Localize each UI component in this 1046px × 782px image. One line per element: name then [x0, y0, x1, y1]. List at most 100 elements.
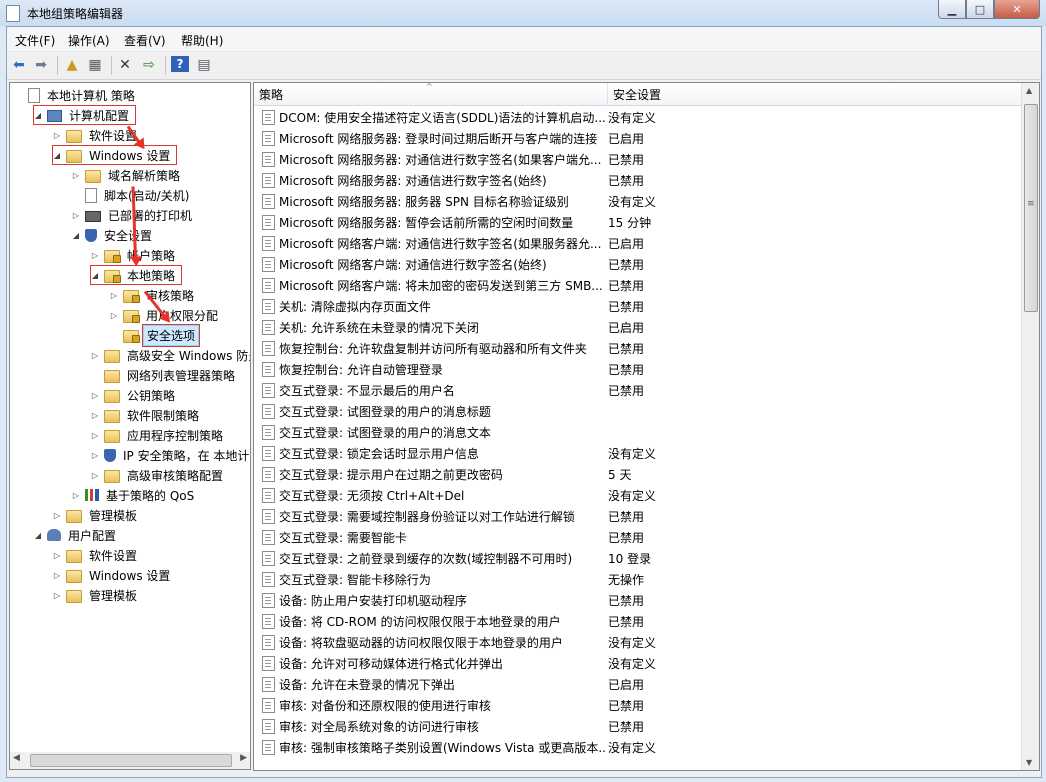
folder-icon	[66, 569, 82, 583]
tree-item[interactable]: ◢ 用户配置	[33, 525, 119, 545]
policy-row[interactable]: Microsoft 网络服务器: 对通信进行数字签名(如果客户端允... 已禁用	[254, 149, 1024, 170]
menu-action[interactable]: 操作(A)	[68, 32, 110, 49]
delete-icon[interactable]: ✕	[116, 56, 134, 74]
tree-item[interactable]: ◢ 安全设置	[71, 225, 155, 245]
help-icon[interactable]: ?	[171, 56, 189, 72]
properties-icon[interactable]: ▤	[195, 56, 213, 74]
tree-item[interactable]: 安全选项	[109, 323, 203, 347]
expand-icon[interactable]: ▷	[90, 351, 100, 360]
expand-icon[interactable]: ▷	[52, 131, 62, 140]
tree-item[interactable]: ◢ Windows 设置	[52, 145, 178, 165]
forward-icon[interactable]: ➡	[32, 56, 50, 74]
policy-row[interactable]: 交互式登录: 试图登录的用户的消息标题	[254, 401, 1024, 422]
policy-row[interactable]: 交互式登录: 试图登录的用户的消息文本	[254, 422, 1024, 443]
policy-row[interactable]: Microsoft 网络服务器: 对通信进行数字签名(始终) 已禁用	[254, 170, 1024, 191]
policy-row[interactable]: 设备: 允许在未登录的情况下弹出 已启用	[254, 674, 1024, 695]
policy-row[interactable]: 审核: 对备份和还原权限的使用进行审核 已禁用	[254, 695, 1024, 716]
policy-row[interactable]: Microsoft 网络客户端: 对通信进行数字签名(如果服务器允... 已启用	[254, 233, 1024, 254]
expand-icon[interactable]: ▷	[90, 471, 100, 480]
policy-row[interactable]: Microsoft 网络服务器: 登录时间过期后断开与客户端的连接 已启用	[254, 128, 1024, 149]
policy-row[interactable]: 关机: 允许系统在未登录的情况下关闭 已启用	[254, 317, 1024, 338]
menu-file[interactable]: 文件(F)	[15, 32, 55, 49]
policy-row[interactable]: 设备: 将软盘驱动器的访问权限仅限于本地登录的用户 没有定义	[254, 632, 1024, 653]
policy-row[interactable]: 恢复控制台: 允许软盘复制并访问所有驱动器和所有文件夹 已禁用	[254, 338, 1024, 359]
policy-row[interactable]: 设备: 将 CD-ROM 的访问权限仅限于本地登录的用户 已禁用	[254, 611, 1024, 632]
scroll-left-icon[interactable]: ◀	[13, 753, 20, 763]
policy-row[interactable]: Microsoft 网络客户端: 对通信进行数字签名(始终) 已禁用	[254, 254, 1024, 275]
tree-item[interactable]: ▷ IP 安全策略，在 本地计算机	[90, 445, 250, 465]
expand-icon[interactable]: ▷	[52, 511, 62, 520]
tree-item[interactable]: ▷ 管理模板	[52, 505, 140, 525]
tree-item-label: 计算机配置	[69, 108, 130, 123]
expand-icon[interactable]: ▷	[90, 451, 100, 460]
tree-item[interactable]: ◢ 本地策略	[90, 265, 183, 285]
tree-item[interactable]: ▷ 基于策略的 QoS	[71, 485, 197, 505]
up-folder-icon[interactable]: ▲	[63, 56, 81, 74]
policy-row[interactable]: 设备: 允许对可移动媒体进行格式化并弹出 没有定义	[254, 653, 1024, 674]
show-hide-tree-icon[interactable]: ▦	[86, 56, 104, 74]
expand-icon[interactable]: ▷	[90, 251, 100, 260]
collapse-icon[interactable]: ◢	[33, 531, 43, 540]
policy-row[interactable]: 交互式登录: 智能卡移除行为 无操作	[254, 569, 1024, 590]
policy-row[interactable]: 审核: 强制审核策略子类别设置(Windows Vista 或更高版本... 没有…	[254, 737, 1024, 758]
minimize-button[interactable]: ▁	[938, 0, 966, 19]
policy-row[interactable]: 交互式登录: 锁定会话时显示用户信息 没有定义	[254, 443, 1024, 464]
scroll-thumb[interactable]: ≡	[1024, 104, 1038, 312]
expand-icon[interactable]: ▷	[71, 211, 81, 220]
tree-item[interactable]: ▷ 软件限制策略	[90, 405, 202, 425]
collapse-icon[interactable]: ◢	[90, 271, 100, 280]
policy-row[interactable]: 恢复控制台: 允许自动管理登录 已禁用	[254, 359, 1024, 380]
export-list-icon[interactable]: ⇨	[140, 56, 158, 74]
tree-item[interactable]: ▷ 公钥策略	[90, 385, 178, 405]
column-header-policy[interactable]: 策略 ^	[254, 83, 608, 106]
expand-icon[interactable]: ▷	[52, 551, 62, 560]
scroll-down-icon[interactable]: ▼	[1026, 758, 1032, 767]
policy-row[interactable]: Microsoft 网络客户端: 将未加密的密码发送到第三方 SMB... 已禁用	[254, 275, 1024, 296]
tree-item[interactable]: ▷ 管理模板	[52, 585, 140, 605]
expand-icon[interactable]: ▷	[109, 311, 119, 320]
expand-icon[interactable]: ▷	[109, 291, 119, 300]
policy-row[interactable]: 交互式登录: 提示用户在过期之前更改密码 5 天	[254, 464, 1024, 485]
tree-horizontal-scrollbar[interactable]: ◀ ▶	[9, 752, 251, 770]
policy-row[interactable]: 设备: 防止用户安装打印机驱动程序 已禁用	[254, 590, 1024, 611]
expand-icon[interactable]: ▷	[90, 411, 100, 420]
expand-icon[interactable]: ▷	[90, 391, 100, 400]
column-header-setting[interactable]: 安全设置	[608, 83, 1022, 106]
scroll-right-icon[interactable]: ▶	[240, 753, 247, 763]
collapse-icon[interactable]: ◢	[33, 111, 43, 120]
tree-item[interactable]: ▷ Windows 设置	[52, 565, 173, 585]
tree-item[interactable]: ▷ 软件设置	[52, 545, 140, 565]
policy-row[interactable]: 交互式登录: 之前登录到缓存的次数(域控制器不可用时) 10 登录	[254, 548, 1024, 569]
expand-icon[interactable]: ▷	[71, 171, 81, 180]
policy-row[interactable]: 交互式登录: 不显示最后的用户名 已禁用	[254, 380, 1024, 401]
expand-icon[interactable]: ▷	[52, 591, 62, 600]
maximize-button[interactable]: □	[966, 0, 994, 19]
menu-view[interactable]: 查看(V)	[124, 32, 166, 49]
collapse-icon[interactable]: ◢	[71, 231, 81, 240]
policy-row[interactable]: 交互式登录: 需要智能卡 已禁用	[254, 527, 1024, 548]
tree-hscroll-thumb[interactable]	[30, 754, 232, 767]
policy-row[interactable]: 审核: 对全局系统对象的访问进行审核 已禁用	[254, 716, 1024, 737]
policy-row[interactable]: 交互式登录: 需要域控制器身份验证以对工作站进行解锁 已禁用	[254, 506, 1024, 527]
back-icon[interactable]: ⬅	[10, 56, 28, 74]
policy-row[interactable]: DCOM: 使用安全描述符定义语言(SDDL)语法的计算机启动... 没有定义	[254, 107, 1024, 128]
policy-row[interactable]: 交互式登录: 无须按 Ctrl+Alt+Del 没有定义	[254, 485, 1024, 506]
collapse-icon[interactable]: ◢	[52, 151, 62, 160]
tree-item[interactable]: ◢ 计算机配置	[33, 105, 137, 125]
policy-row[interactable]: Microsoft 网络服务器: 服务器 SPN 目标名称验证级别 没有定义	[254, 191, 1024, 212]
tree-item[interactable]: ▷ 应用程序控制策略	[90, 425, 226, 445]
policy-list-vertical-scrollbar[interactable]: ▲ ≡ ▼	[1021, 83, 1039, 770]
close-button[interactable]: ✕	[994, 0, 1040, 19]
expand-icon[interactable]: ▷	[52, 571, 62, 580]
expand-icon[interactable]: ▷	[90, 431, 100, 440]
tree-item[interactable]: 本地计算机 策略	[14, 85, 138, 105]
tree-item[interactable]: ▷ 高级安全 Windows 防火墙	[90, 345, 250, 365]
policy-row[interactable]: Microsoft 网络服务器: 暂停会话前所需的空闲时间数量 15 分钟	[254, 212, 1024, 233]
tree-item[interactable]: ▷ 域名解析策略	[71, 165, 183, 185]
tree-item[interactable]: ▷ 高级审核策略配置	[90, 465, 226, 485]
expand-icon[interactable]: ▷	[71, 491, 81, 500]
scroll-up-icon[interactable]: ▲	[1026, 86, 1032, 95]
tree-item[interactable]: 网络列表管理器策略	[90, 365, 238, 385]
menu-help[interactable]: 帮助(H)	[181, 32, 223, 49]
policy-row[interactable]: 关机: 清除虚拟内存页面文件 已禁用	[254, 296, 1024, 317]
